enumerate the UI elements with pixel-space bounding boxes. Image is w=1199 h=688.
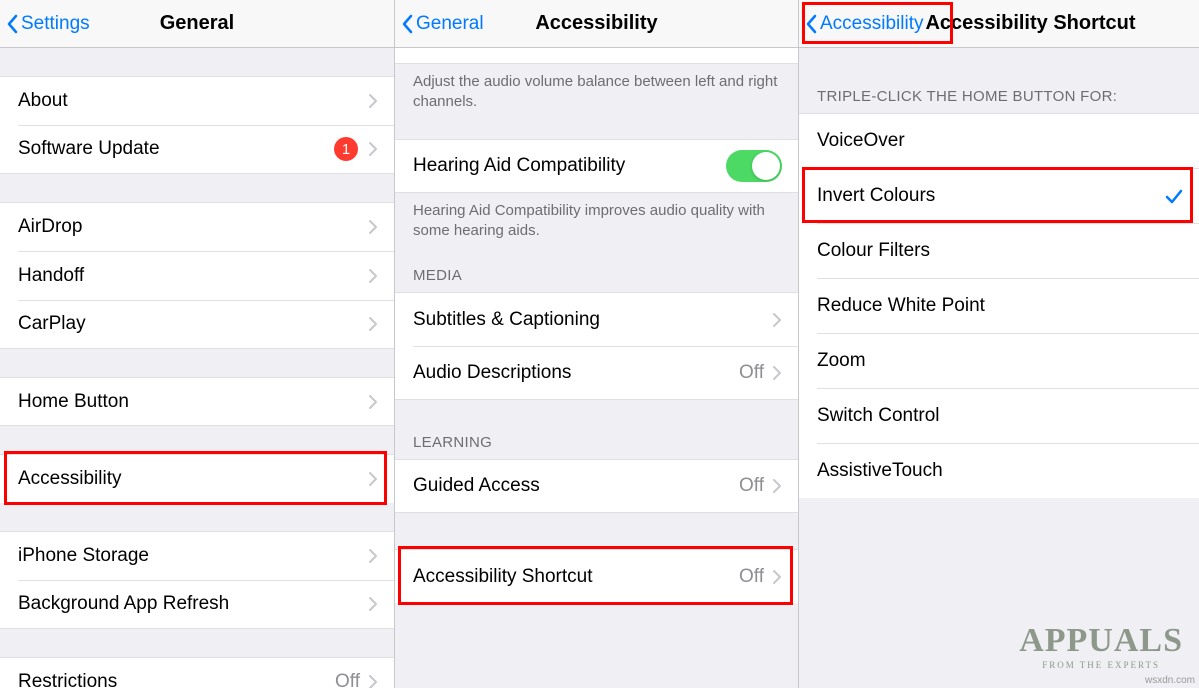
settings-list: Adjust the audio volume balance between … (395, 44, 798, 603)
row-colour-filters[interactable]: Colour Filters (799, 223, 1199, 278)
toggle-on[interactable] (726, 150, 782, 182)
page-title: General (160, 12, 234, 35)
row-subtitles-captioning[interactable]: Subtitles & Captioning (395, 292, 798, 346)
row-label: Switch Control (817, 405, 940, 427)
row-label: AssistiveTouch (817, 460, 943, 482)
chevron-right-icon (368, 596, 378, 612)
row-label: Home Button (18, 391, 129, 413)
row-value: Off (739, 362, 764, 384)
chevron-right-icon (368, 394, 378, 410)
row-background-app-refresh[interactable]: Background App Refresh (0, 580, 394, 629)
row-audio-descriptions[interactable]: Audio Descriptions Off (395, 346, 798, 400)
panel-general: Settings General About Software Update 1… (0, 0, 395, 688)
back-button[interactable]: Accessibility (805, 0, 923, 48)
section-header: TRIPLE-CLICK THE HOME BUTTON FOR: (799, 48, 1199, 113)
chevron-left-icon (401, 14, 413, 34)
row-hearing-aid-compatibility[interactable]: Hearing Aid Compatibility (395, 139, 798, 193)
row-label: VoiceOver (817, 130, 905, 152)
back-label: Accessibility (820, 13, 923, 35)
row-home-button[interactable]: Home Button (0, 377, 394, 426)
row-label: Subtitles & Captioning (413, 309, 600, 331)
row-label: Zoom (817, 350, 866, 372)
row-label: Background App Refresh (18, 593, 229, 615)
back-label: General (416, 13, 484, 35)
panel-accessibility-shortcut: Accessibility Accessibility Shortcut TRI… (799, 0, 1199, 688)
row-value: Off (335, 671, 360, 688)
chevron-right-icon (368, 268, 378, 284)
row-label: iPhone Storage (18, 545, 149, 567)
row-zoom[interactable]: Zoom (799, 333, 1199, 388)
row-value: Off (739, 475, 764, 497)
chevron-right-icon (772, 569, 782, 585)
row-switch-control[interactable]: Switch Control (799, 388, 1199, 443)
panel-accessibility: General Accessibility Adjust the audio v… (395, 0, 799, 688)
chevron-right-icon (368, 471, 378, 487)
update-badge: 1 (334, 137, 358, 161)
chevron-right-icon (772, 365, 782, 381)
hac-note: Hearing Aid Compatibility improves audio… (395, 193, 798, 250)
chevron-left-icon (6, 14, 18, 34)
back-button[interactable]: General (401, 0, 484, 48)
row-invert-colours[interactable]: Invert Colours (799, 168, 1199, 223)
chevron-right-icon (368, 93, 378, 109)
navbar: Accessibility Accessibility Shortcut (799, 0, 1199, 48)
back-label: Settings (21, 13, 90, 35)
row-label: Handoff (18, 265, 84, 287)
row-accessibility-shortcut[interactable]: Accessibility Shortcut Off (395, 549, 798, 603)
chevron-right-icon (772, 312, 782, 328)
section-header-learning: LEARNING (395, 400, 798, 459)
chevron-right-icon (368, 219, 378, 235)
row-label: AirDrop (18, 216, 82, 238)
row-label: Accessibility Shortcut (413, 566, 593, 588)
row-iphone-storage[interactable]: iPhone Storage (0, 531, 394, 580)
audio-balance-note: Adjust the audio volume balance between … (395, 64, 798, 121)
page-title: Accessibility (535, 12, 657, 35)
row-reduce-white-point[interactable]: Reduce White Point (799, 278, 1199, 333)
chevron-right-icon (368, 316, 378, 332)
section-header-media: MEDIA (395, 249, 798, 292)
row-label: Restrictions (18, 671, 117, 688)
row-carplay[interactable]: CarPlay (0, 300, 394, 349)
row-value: Off (739, 566, 764, 588)
row-label: Hearing Aid Compatibility (413, 155, 625, 177)
chevron-left-icon (805, 14, 817, 34)
row-assistivetouch[interactable]: AssistiveTouch (799, 443, 1199, 498)
back-button[interactable]: Settings (6, 0, 90, 48)
row-airdrop[interactable]: AirDrop (0, 202, 394, 251)
chevron-right-icon (368, 548, 378, 564)
row-label: Accessibility (18, 468, 121, 490)
chevron-right-icon (368, 141, 378, 157)
row-voiceover[interactable]: VoiceOver (799, 113, 1199, 168)
row-label: Guided Access (413, 475, 540, 497)
settings-list: TRIPLE-CLICK THE HOME BUTTON FOR: VoiceO… (799, 48, 1199, 498)
navbar: Settings General (0, 0, 394, 48)
row-software-update[interactable]: Software Update 1 (0, 125, 394, 174)
row-label: CarPlay (18, 313, 86, 335)
image-source: wsxdn.com (1145, 675, 1195, 686)
row-about[interactable]: About (0, 76, 394, 125)
row-guided-access[interactable]: Guided Access Off (395, 459, 798, 513)
settings-list: About Software Update 1 AirDrop Handoff (0, 76, 394, 688)
checkmark-icon (1165, 187, 1183, 205)
row-handoff[interactable]: Handoff (0, 251, 394, 300)
row-restrictions[interactable]: Restrictions Off (0, 657, 394, 688)
row-label: Software Update (18, 138, 160, 160)
chevron-right-icon (772, 478, 782, 494)
row-label: Invert Colours (817, 185, 935, 207)
chevron-right-icon (368, 674, 378, 688)
row-label: Audio Descriptions (413, 362, 571, 384)
row-accessibility[interactable]: Accessibility (0, 454, 394, 503)
row-label: About (18, 90, 68, 112)
row-label: Colour Filters (817, 240, 930, 262)
row-label: Reduce White Point (817, 295, 985, 317)
navbar: General Accessibility (395, 0, 798, 48)
page-title: Accessibility Shortcut (925, 12, 1135, 35)
